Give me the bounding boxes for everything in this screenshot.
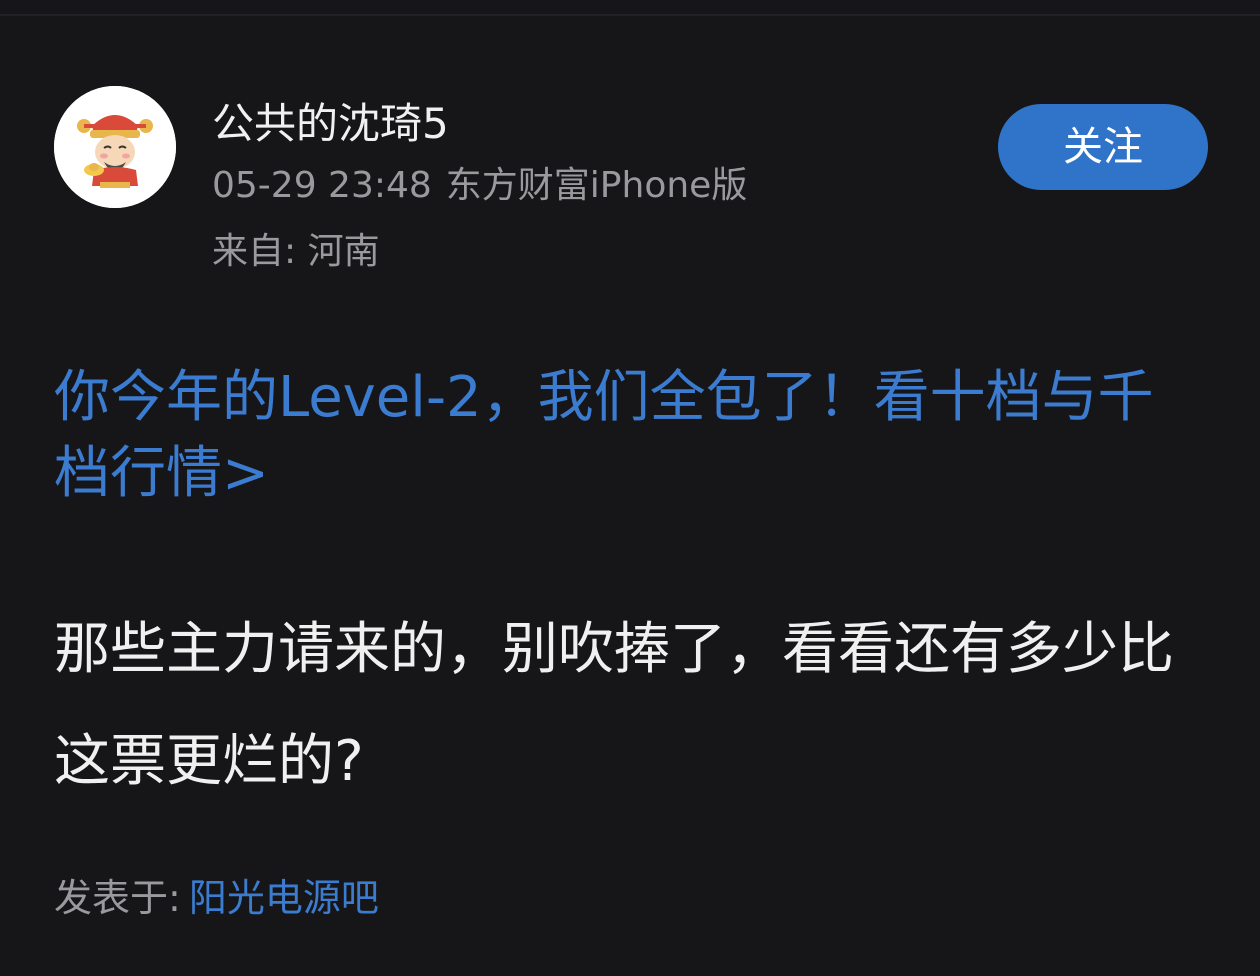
post-body-text: 那些主力请来的，别吹捧了，看看还有多少比这票更烂的? [54,617,1174,794]
post-client: 东方财富iPhone版 [445,165,748,206]
avatar[interactable] [54,86,176,208]
top-divider [0,14,1260,16]
post-location: 来自: 河南 [212,231,380,272]
post-header: 公共的沈琦5 05-29 23:48 东方财富iPhone版 来自: 河南 关注 [54,86,1208,286]
forum-link[interactable]: 阳光电源吧 [189,876,379,920]
post-meta: 05-29 23:48 东方财富iPhone版 [212,160,912,212]
author-info: 公共的沈琦5 05-29 23:48 东方财富iPhone版 来自: 河南 [212,94,912,278]
caishen-avatar-icon [54,86,176,208]
post-timestamp: 05-29 23:48 [212,165,432,206]
author-name[interactable]: 公共的沈琦5 [212,94,912,154]
posted-in-label: 发表于: [54,876,181,920]
level2-promo-link[interactable]: 你今年的Level-2，我们全包了！看十档与千档行情> [54,360,1204,512]
post-footer: 发表于: 阳光电源吧 [54,870,379,926]
follow-button[interactable]: 关注 [998,104,1208,190]
